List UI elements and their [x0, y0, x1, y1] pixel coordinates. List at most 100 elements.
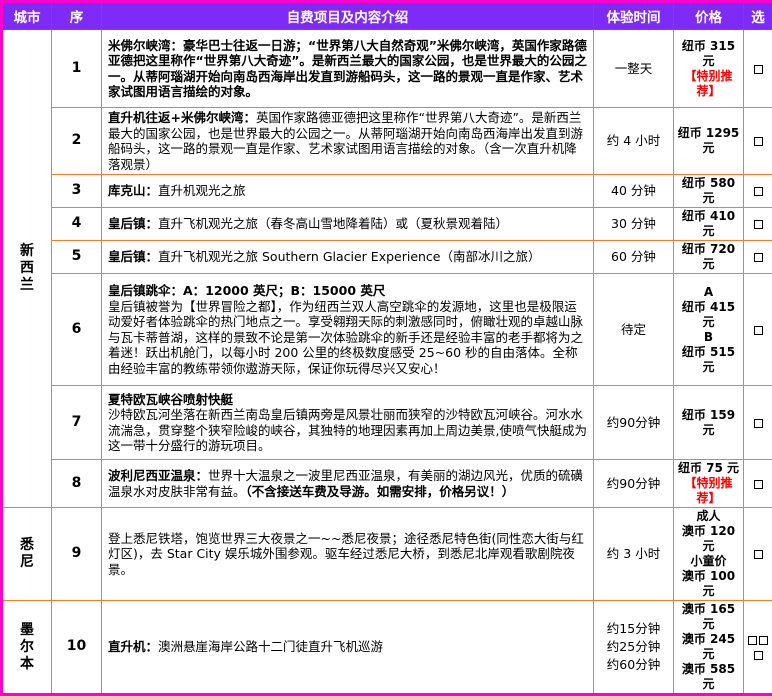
item-body-text: 沙特欧瓦河坐落在新西兰南岛皇后镇两旁是风景壮丽而狭窄的沙特欧瓦河峡谷。河水水流湍…: [108, 407, 587, 453]
select-checkbox[interactable]: [754, 65, 763, 74]
row-number: 5: [52, 241, 102, 274]
price-text: B: [676, 330, 741, 345]
item-description: 皇后镇：直升飞机观光之旅 Southern Glacier Experience…: [102, 241, 594, 274]
select-checkbox[interactable]: [748, 636, 757, 645]
city-name-char: 尼: [3, 554, 51, 571]
price-text: 澳币 585 元: [676, 662, 741, 692]
city-name-char: 新: [3, 243, 51, 260]
row-number: 9: [52, 508, 102, 601]
item-description: 米佛尔峡湾：豪华巴士往返一日游；“世界第八大自然奇观”米佛尔峡湾，英国作家路德亚…: [102, 30, 594, 108]
col-header-select: 选: [744, 2, 772, 30]
item-body-text: 皇后镇被誉为【世界冒险之都】，作为纽西兰双人高空跳伞的发源地，这里也是极限运动爱…: [108, 299, 583, 376]
select-cell: [744, 30, 772, 108]
item-body-text: 澳洲悬崖海岸公路十二门徒直升飞机巡游: [158, 639, 383, 654]
header-row: 城市 序 自费项目及内容介绍 体验时间 价格 选: [2, 2, 772, 30]
price-text: 纽币 315 元: [676, 39, 741, 69]
optional-tours-document: 城市 序 自费项目及内容介绍 体验时间 价格 选 新西兰1米佛尔峡湾：豪华巴士往…: [0, 0, 772, 696]
col-header-city: 城市: [2, 2, 52, 30]
self-funded-items-table: 城市 序 自费项目及内容介绍 体验时间 价格 选 新西兰1米佛尔峡湾：豪华巴士往…: [0, 0, 772, 696]
table-row: 新西兰1米佛尔峡湾：豪华巴士往返一日游；“世界第八大自然奇观”米佛尔峡湾，英国作…: [2, 30, 772, 108]
item-description: 皇后镇跳伞：A：12000 英尺；B：15000 英尺皇后镇被誉为【世界冒险之都…: [102, 274, 594, 386]
col-header-duration: 体验时间: [594, 2, 674, 30]
duration-cell: 约90分钟: [594, 386, 674, 460]
table-row: 3库克山：直升机观光之旅40 分钟纽币 580 元: [2, 175, 772, 208]
item-title-text: 皇后镇：: [108, 216, 158, 231]
duration-text: 30 分钟: [595, 215, 672, 233]
row-number: 1: [52, 30, 102, 108]
price-cell: 纽币 75 元【特别推荐】: [674, 460, 744, 508]
item-body-text: 登上悉尼铁塔，饱览世界三大夜景之一~~悉尼夜景；途径悉尼特色街(同性恋大街与红灯…: [108, 531, 584, 577]
table-row: 墨尔本10 直升机：澳洲悬崖海岸公路十二门徒直升飞机巡游 约15分钟约25分钟约60…: [2, 601, 772, 695]
item-title-text: 夏特欧瓦峡谷喷射快艇: [108, 392, 233, 407]
duration-text: 约60分钟: [595, 656, 672, 674]
price-text: 纽币 410 元: [676, 209, 741, 239]
item-title-text: 库克山：: [108, 183, 158, 198]
special-recommendation-label: 【特别推荐】: [676, 476, 741, 506]
select-cell: [744, 460, 772, 508]
duration-text: 一整天: [595, 60, 672, 78]
duration-text: 约90分钟: [595, 475, 672, 493]
price-text: 澳币 120 元: [676, 524, 741, 554]
city-cell: 新西兰: [2, 30, 52, 508]
city-name-char: 兰: [3, 277, 51, 294]
price-text: 澳币 100 元: [676, 569, 741, 599]
duration-cell: 60 分钟: [594, 241, 674, 274]
price-text: 成人: [676, 509, 741, 524]
item-description: 夏特欧瓦峡谷喷射快艇沙特欧瓦河坐落在新西兰南岛皇后镇两旁是风景壮丽而狭窄的沙特欧…: [102, 386, 594, 460]
city-name-char: 墨: [3, 622, 51, 639]
select-checkbox[interactable]: [754, 220, 763, 229]
select-checkbox[interactable]: [754, 550, 763, 559]
select-checkbox[interactable]: [754, 187, 763, 196]
city-cell: 悉尼: [2, 508, 52, 601]
item-title-text: 波利尼西亚温泉：: [108, 468, 208, 483]
price-cell: 纽币 720 元: [674, 241, 744, 274]
item-body-text: 直升飞机观光之旅 Southern Glacier Experience（南部冰…: [158, 249, 540, 264]
price-text: 纽币 415 元: [676, 300, 741, 330]
select-checkbox[interactable]: [754, 419, 763, 428]
duration-cell: 约15分钟约25分钟约60分钟: [594, 601, 674, 695]
select-checkbox[interactable]: [754, 651, 763, 660]
col-header-price: 价格: [674, 2, 744, 30]
select-checkbox[interactable]: [754, 480, 763, 489]
select-cell: [744, 241, 772, 274]
special-recommendation-label: 【特别推荐】: [676, 69, 741, 99]
select-cell: [744, 601, 772, 695]
price-text: 纽币 515 元: [676, 345, 741, 375]
duration-text: 约90分钟: [595, 414, 672, 432]
row-number: 10: [52, 601, 102, 695]
city-cell: 墨尔本: [2, 601, 52, 695]
item-title-text: 直升机：: [108, 639, 158, 654]
price-text: 纽币 1295 元: [676, 126, 741, 156]
row-number: 4: [52, 208, 102, 241]
duration-cell: 一整天: [594, 30, 674, 108]
item-title-text: 皇后镇跳伞：A：12000 英尺；B：15000 英尺: [108, 283, 385, 298]
city-name-char: 本: [3, 656, 51, 673]
duration-text: 约25分钟: [595, 638, 672, 656]
select-checkbox[interactable]: [754, 137, 763, 146]
duration-cell: 约 4 小时: [594, 108, 674, 175]
item-body-text: 直升机观光之旅: [158, 183, 246, 198]
table-row: 8波利尼西亚温泉：世界十大温泉之一波里尼西亚温泉，有美丽的湖边风光，优质的硫磺温…: [2, 460, 772, 508]
table-row: 2直升机往返+米佛尔峡湾：英国作家路德亚德把这里称作“世界第八大奇迹”。是新西兰…: [2, 108, 772, 175]
duration-text: 约 4 小时: [595, 132, 672, 150]
row-number: 8: [52, 460, 102, 508]
price-text: A: [676, 285, 741, 300]
item-title-text: 皇后镇：: [108, 249, 158, 264]
select-checkbox[interactable]: [754, 326, 763, 335]
select-checkbox[interactable]: [759, 636, 768, 645]
item-description: 库克山：直升机观光之旅: [102, 175, 594, 208]
price-text: 澳币 165 元: [676, 602, 741, 632]
select-cell: [744, 508, 772, 601]
price-cell: 澳币 165 元澳币 245 元澳币 585 元: [674, 601, 744, 695]
price-text: 纽币 580 元: [676, 176, 741, 206]
select-cell: [744, 108, 772, 175]
city-name-char: 西: [3, 260, 51, 277]
price-cell: 纽币 315 元【特别推荐】: [674, 30, 744, 108]
row-number: 2: [52, 108, 102, 175]
select-checkbox[interactable]: [754, 253, 763, 262]
price-text: 小童价: [676, 554, 741, 569]
duration-cell: 40 分钟: [594, 175, 674, 208]
item-description: 皇后镇：直升飞机观光之旅（春冬高山雪地降着陆）或（夏秋景观着陆）: [102, 208, 594, 241]
duration-text: 60 分钟: [595, 248, 672, 266]
duration-text: 待定: [595, 321, 672, 339]
